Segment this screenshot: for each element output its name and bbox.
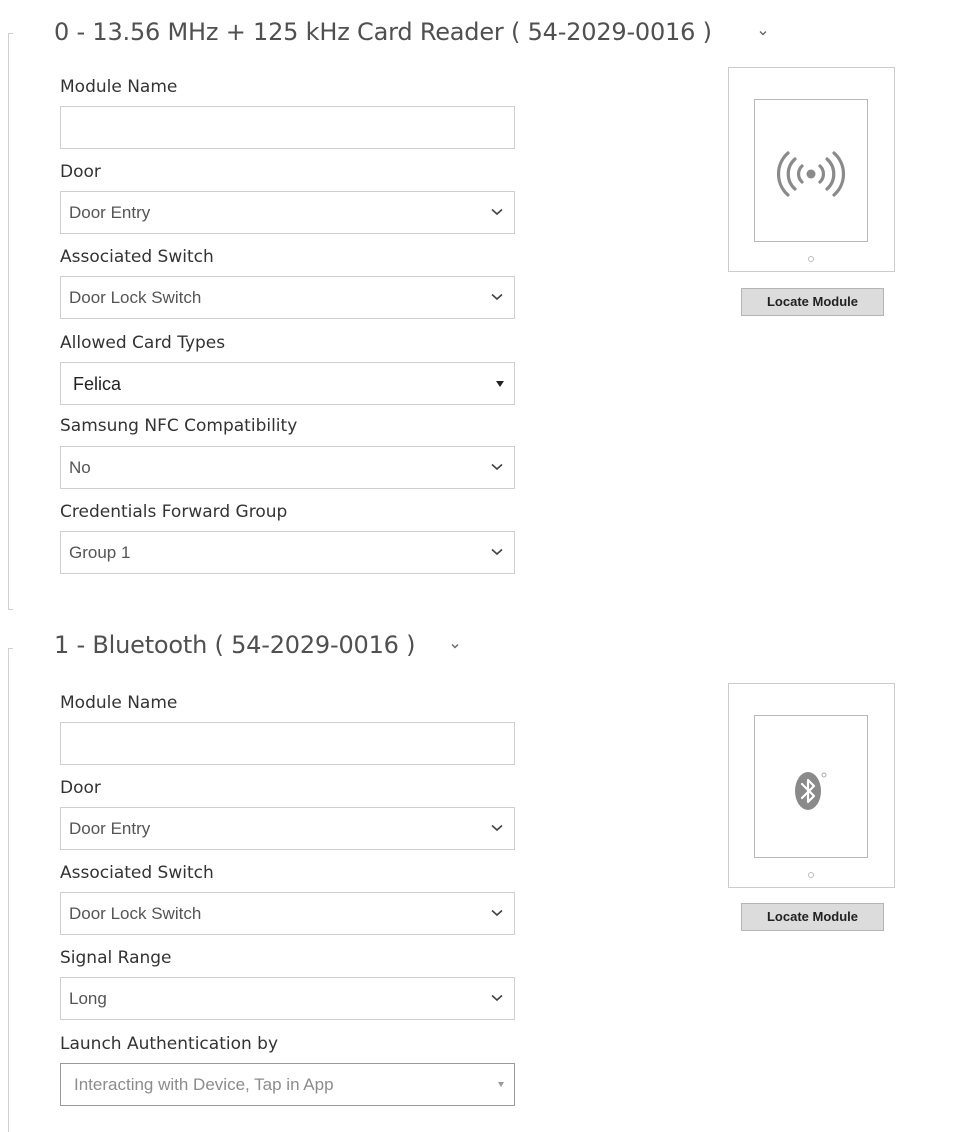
chevron-down-icon — [491, 208, 503, 216]
samsung-nfc-value: No — [69, 458, 91, 477]
field-label-door: Door — [60, 778, 101, 798]
signal-range-select[interactable]: Long — [60, 977, 515, 1020]
field-label-signal-range: Signal Range — [60, 948, 172, 968]
allowed-card-types-select[interactable]: Felica — [60, 362, 515, 405]
bluetooth-icon — [795, 772, 827, 810]
locate-module-button[interactable]: Locate Module — [741, 903, 884, 931]
field-label-module-name: Module Name — [60, 77, 178, 97]
module-title[interactable]: 1 - Bluetooth ( 54-2029-0016 ) — [54, 629, 416, 661]
module-title[interactable]: 0 - 13.56 MHz + 125 kHz Card Reader ( 54… — [54, 16, 712, 48]
credentials-forward-group-value: Group 1 — [69, 543, 131, 562]
chevron-down-icon — [491, 909, 503, 917]
chevron-down-icon — [491, 463, 503, 471]
field-label-allowed-card-types: Allowed Card Types — [60, 333, 226, 353]
module-preview — [728, 67, 895, 272]
launch-authentication-value: Interacting with Device, Tap in App — [74, 1075, 334, 1094]
field-label-launch-authentication: Launch Authentication by — [60, 1034, 279, 1054]
module-preview-screen — [754, 715, 868, 858]
field-label-associated-switch: Associated Switch — [60, 863, 214, 883]
indicator-led — [808, 872, 814, 878]
chevron-down-icon — [491, 293, 503, 301]
door-select-value: Door Entry — [69, 819, 151, 838]
module-preview-screen — [754, 99, 868, 242]
chevron-down-icon — [491, 824, 503, 832]
chevron-down-icon[interactable] — [449, 640, 461, 652]
associated-switch-value: Door Lock Switch — [69, 288, 202, 307]
module-name-input[interactable] — [60, 722, 515, 765]
field-label-door: Door — [60, 162, 101, 182]
samsung-nfc-select[interactable]: No — [60, 446, 515, 489]
signal-range-value: Long — [69, 989, 107, 1008]
module-bracket — [8, 33, 13, 610]
field-label-module-name: Module Name — [60, 693, 178, 713]
module-preview — [728, 683, 895, 888]
associated-switch-select[interactable]: Door Lock Switch — [60, 892, 515, 935]
chevron-down-icon — [491, 994, 503, 1002]
credentials-forward-group-select[interactable]: Group 1 — [60, 531, 515, 574]
nfc-wave-icon — [777, 151, 845, 197]
dropdown-arrow-icon — [496, 381, 504, 387]
locate-module-button[interactable]: Locate Module — [741, 288, 884, 316]
indicator-led — [808, 256, 814, 262]
field-label-associated-switch: Associated Switch — [60, 247, 214, 267]
door-select-value: Door Entry — [69, 203, 151, 222]
field-label-samsung-nfc: Samsung NFC Compatibility — [60, 416, 298, 436]
associated-switch-value: Door Lock Switch — [69, 904, 202, 923]
module-bracket — [8, 648, 13, 1132]
chevron-down-icon[interactable] — [757, 27, 769, 39]
associated-switch-select[interactable]: Door Lock Switch — [60, 276, 515, 319]
dropdown-arrow-icon — [498, 1082, 504, 1087]
field-label-credentials-forward-group: Credentials Forward Group — [60, 502, 288, 522]
module-name-input[interactable] — [60, 106, 515, 149]
chevron-down-icon — [491, 548, 503, 556]
launch-authentication-select[interactable]: Interacting with Device, Tap in App — [60, 1063, 515, 1106]
allowed-card-types-value: Felica — [73, 374, 122, 394]
door-select[interactable]: Door Entry — [60, 191, 515, 234]
door-select[interactable]: Door Entry — [60, 807, 515, 850]
